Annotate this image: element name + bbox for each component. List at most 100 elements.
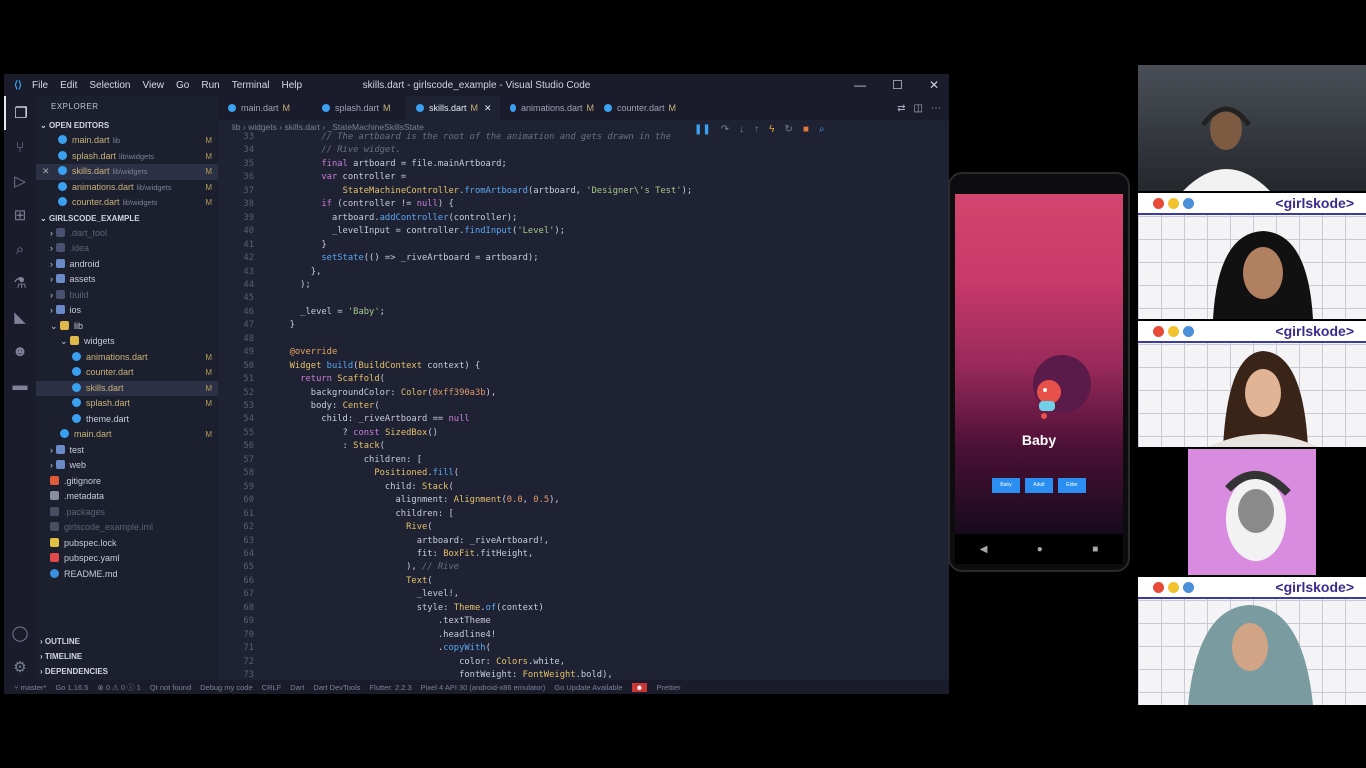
folder-item[interactable]: › build <box>36 288 218 304</box>
code-line[interactable]: artboard: _riveArtboard!, <box>279 536 549 546</box>
menu-item-help[interactable]: Help <box>282 80 303 91</box>
code-line[interactable]: child: _riveArtboard == null <box>279 414 469 424</box>
file-item[interactable]: pubspec.yaml <box>36 551 218 567</box>
code-line[interactable]: color: Colors.white, <box>279 657 565 667</box>
dependencies-section[interactable]: › DEPENDENCIES <box>36 664 218 679</box>
extensions-icon[interactable]: ⊞ <box>4 198 36 232</box>
code-line[interactable]: StateMachineController.fromArtboard(artb… <box>279 186 693 196</box>
code-line[interactable]: backgroundColor: Color(0xff390a3b), <box>279 388 496 398</box>
adult-button[interactable]: Adult <box>1025 478 1053 493</box>
close-editor-icon[interactable]: ✕ <box>42 164 50 180</box>
close-tab-icon[interactable]: ✕ <box>484 103 492 114</box>
open-editor-item[interactable]: ✕ skills.dart lib\widgets M <box>36 164 218 180</box>
folder-item[interactable]: › android <box>36 257 218 273</box>
search-icon[interactable]: ⌕ <box>4 232 36 266</box>
maximize-icon[interactable]: ☐ <box>892 78 903 92</box>
code-line[interactable]: ), // Rive <box>279 562 459 572</box>
home-icon[interactable]: ● <box>1037 544 1043 555</box>
menu-item-view[interactable]: View <box>143 80 165 91</box>
folder-item[interactable]: › .dart_tool <box>36 226 218 242</box>
source-control-icon[interactable]: ⑂ <box>4 130 36 164</box>
recents-icon[interactable]: ■ <box>1092 544 1098 555</box>
breadcrumb-item[interactable]: widgets <box>248 122 277 132</box>
eol-status[interactable]: CRLF <box>262 683 282 692</box>
menu-item-go[interactable]: Go <box>176 80 189 91</box>
open-editors-section[interactable]: ⌄ OPEN EDITORS <box>36 118 218 133</box>
problems-status[interactable]: ⊗ 0 ⚠ 0 ⓘ 1 <box>97 682 140 693</box>
code-line[interactable]: style: Theme.of(context) <box>279 603 544 613</box>
project-section[interactable]: ⌄ GIRLSCODE_EXAMPLE <box>36 211 218 226</box>
code-line[interactable]: } <box>279 240 326 250</box>
account-icon[interactable]: ◯ <box>4 616 36 650</box>
devtools-status[interactable]: Dart DevTools <box>313 683 360 692</box>
code-line[interactable]: // The artboard is the root of the anima… <box>279 132 671 142</box>
open-editor-item[interactable]: splash.dart lib\widgets M <box>36 149 218 165</box>
code-line[interactable]: var controller = <box>279 172 406 182</box>
alien-status-icon[interactable]: ☻ <box>631 682 648 692</box>
file-item[interactable]: counter.dart M <box>36 365 218 381</box>
folder-item[interactable]: ⌄ widgets <box>36 334 218 350</box>
code-line[interactable]: : Stack( <box>279 441 385 451</box>
tab-animations[interactable]: animations.dart M <box>500 96 594 120</box>
file-item[interactable]: girlscode_example.iml <box>36 520 218 536</box>
file-item[interactable]: .gitignore <box>36 474 218 490</box>
code-line[interactable]: _level!, <box>279 589 459 599</box>
open-editor-item[interactable]: counter.dart lib\widgets M <box>36 195 218 211</box>
open-editor-item[interactable]: animations.dart lib\widgets M <box>36 180 218 196</box>
file-item[interactable]: skills.dart M <box>36 380 218 396</box>
file-item[interactable]: animations.dart M <box>36 350 218 366</box>
baby-button[interactable]: Baby <box>992 478 1020 493</box>
code-line[interactable]: children: [ <box>279 455 422 465</box>
folder-item[interactable]: ⌄ lib <box>36 319 218 335</box>
code-line[interactable]: body: Center( <box>279 401 380 411</box>
device-status[interactable]: Pixel 4 API 30 (android-x86 emulator) <box>421 683 546 692</box>
code-line[interactable]: setState(() => _riveArtboard = artboard)… <box>279 253 538 263</box>
more-icon[interactable]: ⋯ <box>931 103 941 114</box>
file-item[interactable]: theme.dart <box>36 412 218 428</box>
file-item[interactable]: pubspec.lock <box>36 536 218 552</box>
code-line[interactable]: fontWeight: FontWeight.bold), <box>279 670 613 680</box>
folder-item[interactable]: › test <box>36 443 218 459</box>
prettier-status[interactable]: Prettier <box>656 683 680 692</box>
timeline-section[interactable]: › TIMELINE <box>36 649 218 664</box>
code-line[interactable]: ); <box>279 280 311 290</box>
code-line[interactable]: Positioned.fill( <box>279 468 459 478</box>
breadcrumb-item[interactable]: skills.dart <box>284 122 319 132</box>
menu-item-file[interactable]: File <box>32 80 48 91</box>
elder-button[interactable]: Elder <box>1058 478 1086 493</box>
go-version-status[interactable]: Go 1.16.5 <box>55 683 88 692</box>
menu-item-terminal[interactable]: Terminal <box>232 80 270 91</box>
run-debug-icon[interactable]: ▷ <box>4 164 36 198</box>
code-line[interactable]: // Rive widget. <box>279 145 400 155</box>
code-line[interactable]: .headline4! <box>279 630 496 640</box>
close-icon[interactable]: ✕ <box>929 78 939 92</box>
code-line[interactable]: _level = 'Baby'; <box>279 307 385 317</box>
menu-item-edit[interactable]: Edit <box>60 80 77 91</box>
code-line[interactable]: .textTheme <box>279 616 491 626</box>
code-line[interactable]: }, <box>279 267 322 277</box>
outline-section[interactable]: › OUTLINE <box>36 634 218 649</box>
tab-counter[interactable]: counter.dart M <box>594 96 688 120</box>
code-line[interactable]: alignment: Alignment(0.0, 0.5), <box>279 495 560 505</box>
explorer-icon[interactable]: ❐ <box>4 96 36 130</box>
minimize-icon[interactable]: — <box>854 78 866 92</box>
code-line[interactable]: Widget build(BuildContext context) { <box>279 361 481 371</box>
file-item[interactable]: README.md <box>36 567 218 583</box>
code-line[interactable]: artboard.addController(controller); <box>279 213 517 223</box>
qt-status[interactable]: Qt not found <box>150 683 191 692</box>
code-editor[interactable]: 33 // The artboard is the root of the an… <box>218 132 949 680</box>
code-line[interactable]: @override <box>279 347 338 357</box>
code-line[interactable]: _levelInput = controller.findInput('Leve… <box>279 226 565 236</box>
split-editor-icon[interactable]: ◫ <box>914 103 923 114</box>
settings-gear-icon[interactable]: ⚙ <box>4 650 36 684</box>
debug-mode-status[interactable]: Debug my code <box>200 683 253 692</box>
language-status[interactable]: Dart <box>290 683 304 692</box>
branch-status[interactable]: ⑂ master* <box>14 683 46 692</box>
code-line[interactable]: .copyWith( <box>279 643 491 653</box>
file-item[interactable]: main.dart M <box>36 427 218 443</box>
compare-icon[interactable]: ⇄ <box>897 103 905 114</box>
menu-item-selection[interactable]: Selection <box>89 80 130 91</box>
tab-splash[interactable]: splash.dart M <box>312 96 406 120</box>
code-line[interactable]: final artboard = file.mainArtboard; <box>279 159 506 169</box>
breadcrumb-item[interactable]: lib <box>232 122 241 132</box>
